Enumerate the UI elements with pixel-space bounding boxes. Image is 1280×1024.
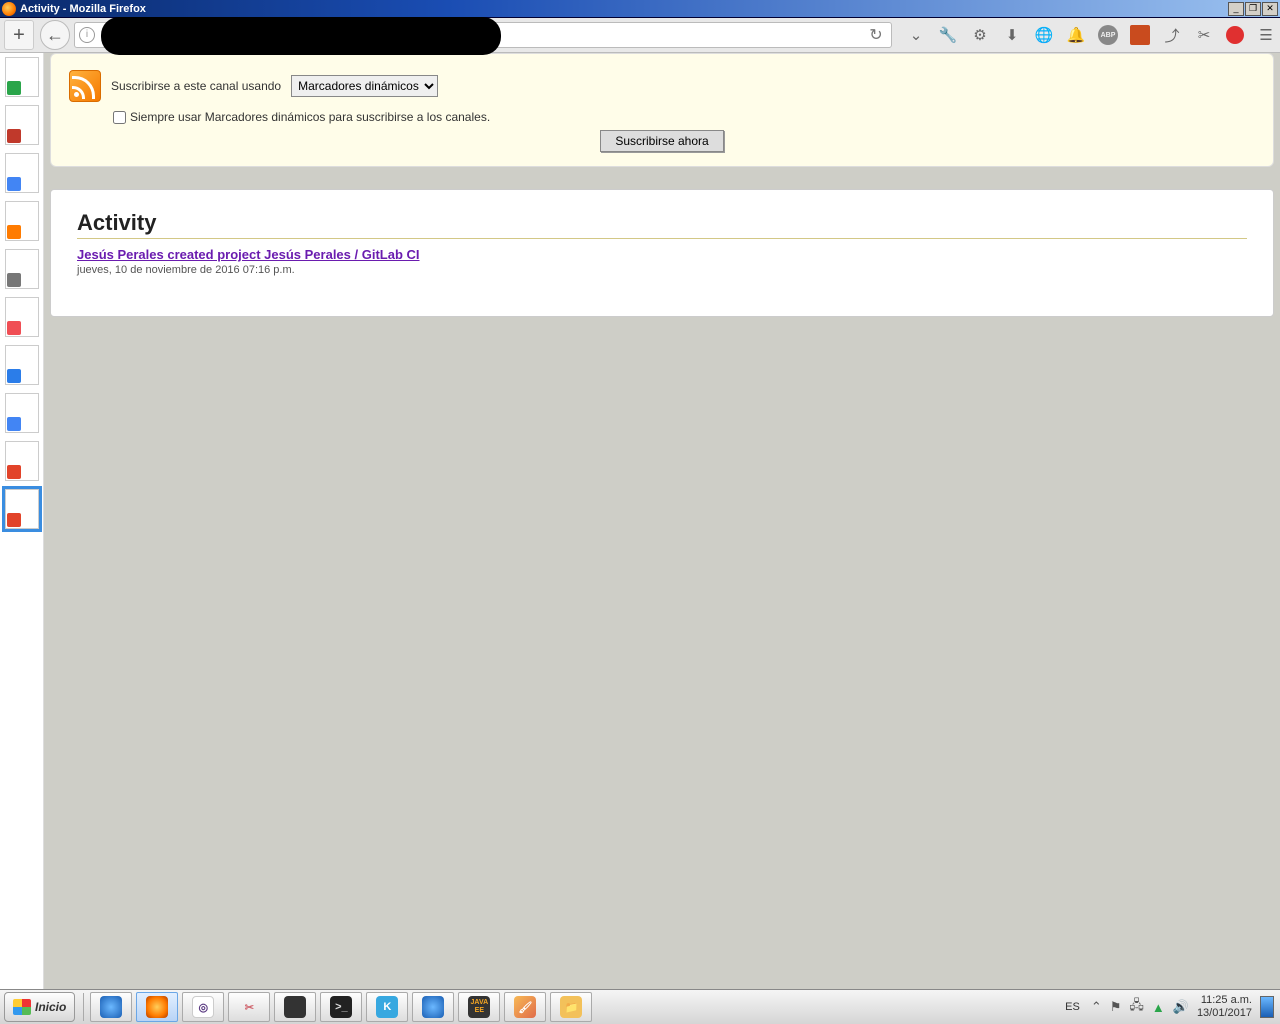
clock-date: 13/01/2017 (1197, 1007, 1252, 1020)
language-indicator[interactable]: ES (1062, 1000, 1083, 1014)
gear-icon[interactable]: ⚙ (970, 25, 990, 45)
scissors-icon[interactable]: ✂ (1194, 25, 1214, 45)
url-redacted (101, 17, 501, 55)
tab-thumb-active[interactable] (5, 489, 39, 529)
tab-thumb[interactable] (5, 153, 39, 193)
tray-drive-icon[interactable]: ▲ (1152, 1000, 1165, 1015)
menu-icon[interactable]: ☰ (1256, 25, 1276, 45)
taskbar-app-snip[interactable]: ✂ (228, 992, 270, 1022)
browser-toolbar: + ← i ↻ ⌄ 🔧 ⚙ ⬇ 🌐 🔔 ABP ⤴ ✂ ☰ (0, 18, 1280, 53)
start-button[interactable]: Inicio (4, 992, 75, 1022)
clock-time: 11:25 a.m. (1197, 994, 1252, 1007)
windows-flag-icon (13, 999, 31, 1015)
share-icon[interactable]: ⤴ (1162, 25, 1182, 45)
firefox-logo-icon (2, 2, 16, 16)
taskbar-app-thunderbird[interactable] (412, 992, 454, 1022)
taskbar-app-terminal[interactable]: >_ (320, 992, 362, 1022)
wrench-icon[interactable]: 🔧 (938, 25, 958, 45)
pocket-icon[interactable]: ⌄ (906, 25, 926, 45)
download-icon[interactable]: ⬇ (1002, 25, 1022, 45)
tray-network-icon[interactable]: 🖧 (1129, 996, 1144, 1018)
tab-thumb[interactable] (5, 201, 39, 241)
tab-thumb[interactable] (5, 249, 39, 289)
show-desktop-button[interactable] (1260, 996, 1274, 1018)
start-label: Inicio (35, 1000, 66, 1014)
rss-handler-select[interactable]: Marcadores dinámicos (291, 75, 438, 97)
back-button[interactable]: ← (40, 20, 70, 50)
globe-icon[interactable]: 🌐 (1034, 25, 1054, 45)
site-info-icon[interactable]: i (79, 27, 95, 43)
tab-thumb[interactable] (5, 57, 39, 97)
taskbar-separator (83, 993, 84, 1021)
page-content: Suscribirse a este canal usando Marcador… (44, 53, 1280, 989)
rss-subscribe-label: Suscribirse a este canal usando (111, 79, 281, 93)
taskbar-app-firefox[interactable] (136, 992, 178, 1022)
extension-square-icon[interactable] (1130, 25, 1150, 45)
tab-thumb[interactable] (5, 345, 39, 385)
rss-icon (69, 70, 101, 102)
tray-chevron-icon[interactable]: ⌃ (1091, 999, 1102, 1015)
activity-panel: Activity Jesús Perales created project J… (50, 189, 1274, 317)
window-title: Activity - Mozilla Firefox (20, 3, 1228, 15)
rss-always-label: Siempre usar Marcadores dinámicos para s… (130, 110, 490, 124)
tab-thumbnail-strip (0, 53, 44, 989)
tab-thumb[interactable] (5, 441, 39, 481)
system-tray: ES ⌃ ⚑ 🖧 ▲ 🔊 11:25 a.m. 13/01/2017 (1062, 994, 1274, 1020)
notifications-icon[interactable]: 🔔 (1066, 25, 1086, 45)
activity-item-date: jueves, 10 de noviembre de 2016 07:16 p.… (77, 264, 1247, 276)
tab-thumb[interactable] (5, 105, 39, 145)
rss-subscribe-box: Suscribirse a este canal usando Marcador… (50, 53, 1274, 167)
address-bar[interactable]: i ↻ (74, 22, 892, 48)
tab-thumb[interactable] (5, 393, 39, 433)
red-extension-icon[interactable] (1226, 26, 1244, 44)
new-tab-button[interactable]: + (4, 20, 34, 50)
minimize-button[interactable]: _ (1228, 2, 1244, 16)
taskbar-app-firefox-blue[interactable] (90, 992, 132, 1022)
taskbar-app-explorer[interactable]: 📁 (550, 992, 592, 1022)
maximize-button[interactable]: ❐ (1245, 2, 1261, 16)
tab-thumb[interactable] (5, 297, 39, 337)
windows-taskbar: Inicio ◎ ✂ >_ K JAVAEE 🖌 📁 ES ⌃ ⚑ 🖧 ▲ 🔊 … (0, 989, 1280, 1024)
subscribe-now-button[interactable]: Suscribirse ahora (600, 130, 723, 152)
taskbar-app-k[interactable]: K (366, 992, 408, 1022)
rss-always-checkbox[interactable] (113, 111, 126, 124)
tray-volume-icon[interactable]: 🔊 (1173, 999, 1189, 1015)
taskbar-app-tor[interactable]: ◎ (182, 992, 224, 1022)
activity-heading: Activity (77, 210, 1247, 239)
taskbar-app-javaee[interactable]: JAVAEE (458, 992, 500, 1022)
taskbar-app-notepadpp[interactable] (274, 992, 316, 1022)
system-clock[interactable]: 11:25 a.m. 13/01/2017 (1197, 994, 1252, 1020)
close-button[interactable]: ✕ (1262, 2, 1278, 16)
tray-flag-icon[interactable]: ⚑ (1110, 999, 1122, 1015)
activity-item-link[interactable]: Jesús Perales created project Jesús Pera… (77, 247, 420, 262)
abp-icon[interactable]: ABP (1098, 25, 1118, 45)
reload-button[interactable]: ↻ (865, 24, 887, 46)
taskbar-app-paint[interactable]: 🖌 (504, 992, 546, 1022)
window-titlebar: Activity - Mozilla Firefox _ ❐ ✕ (0, 0, 1280, 18)
